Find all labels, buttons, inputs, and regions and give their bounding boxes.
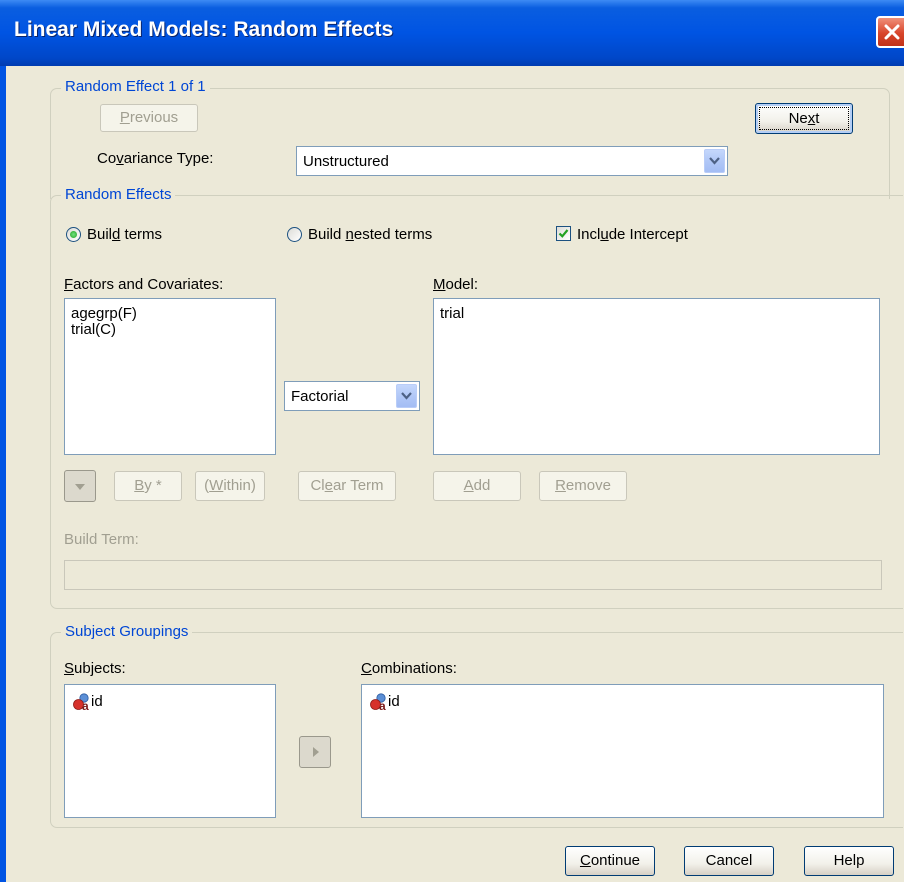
covariance-type-dropdown[interactable] bbox=[704, 149, 725, 173]
title-bar[interactable]: Linear Mixed Models: Random Effects bbox=[0, 0, 904, 66]
by-button[interactable]: By * bbox=[114, 471, 182, 501]
combinations-label: Combinations: bbox=[361, 660, 457, 677]
add-button[interactable]: Add bbox=[433, 471, 521, 501]
remove-button[interactable]: Remove bbox=[539, 471, 627, 501]
nominal-variable-icon: a bbox=[370, 693, 386, 711]
combinations-list[interactable]: a id bbox=[361, 684, 884, 818]
term-type-dropdown[interactable] bbox=[396, 384, 417, 408]
nominal-variable-icon: a bbox=[73, 693, 89, 711]
random-effect-group-label: Random Effect 1 of 1 bbox=[61, 78, 210, 96]
build-nested-terms-radio[interactable] bbox=[287, 227, 302, 242]
clear-term-button[interactable]: Clear Term bbox=[298, 471, 396, 501]
arrow-down-icon bbox=[75, 484, 85, 490]
continue-button[interactable]: Continue bbox=[565, 846, 655, 876]
previous-button[interactable]: Previous bbox=[100, 104, 198, 132]
within-button[interactable]: (Within) bbox=[195, 471, 265, 501]
build-term-field[interactable] bbox=[64, 560, 882, 590]
chevron-down-icon bbox=[709, 157, 720, 165]
build-terms-radio[interactable] bbox=[66, 227, 81, 242]
checkmark-icon bbox=[558, 229, 569, 238]
model-list[interactable]: trial bbox=[433, 298, 880, 455]
cancel-button[interactable]: Cancel bbox=[684, 846, 774, 876]
move-right-button[interactable] bbox=[299, 736, 331, 768]
subject-item-label: id bbox=[91, 693, 103, 710]
subjects-label: Subjects: bbox=[64, 660, 126, 677]
covariance-type-value: Unstructured bbox=[303, 153, 389, 170]
combination-item-label: id bbox=[388, 693, 400, 710]
term-type-select[interactable]: Factorial bbox=[284, 381, 420, 411]
window-title: Linear Mixed Models: Random Effects bbox=[14, 18, 394, 41]
subject-groupings-group-label: Subject Groupings bbox=[61, 623, 193, 641]
term-type-value: Factorial bbox=[291, 388, 349, 405]
arrow-right-icon bbox=[313, 747, 319, 757]
include-intercept-label[interactable]: Include Intercept bbox=[577, 226, 688, 244]
covariance-type-select[interactable]: Unstructured bbox=[296, 146, 728, 176]
list-item[interactable]: trial(C) bbox=[71, 321, 116, 339]
factors-covariates-list[interactable]: agegrp(F) trial(C) bbox=[64, 298, 276, 455]
subjects-list[interactable]: a id bbox=[64, 684, 276, 818]
dialog-window: Linear Mixed Models: Random Effects Rand… bbox=[0, 0, 904, 882]
help-button[interactable]: Help bbox=[804, 846, 894, 876]
chevron-down-icon bbox=[401, 392, 412, 400]
next-button[interactable]: Next bbox=[755, 103, 853, 134]
build-term-label: Build Term: bbox=[64, 531, 139, 548]
build-terms-label[interactable]: Build terms bbox=[87, 226, 162, 244]
dialog-body: Random Effect 1 of 1 Previous Next Covar… bbox=[6, 66, 904, 882]
svg-text:a: a bbox=[379, 699, 386, 711]
covariance-type-label: Covariance Type: bbox=[97, 150, 214, 167]
include-intercept-checkbox[interactable] bbox=[556, 226, 571, 241]
close-button[interactable] bbox=[876, 16, 904, 48]
factors-covariates-label: Factors and Covariates: bbox=[64, 276, 224, 293]
build-nested-terms-label[interactable]: Build nested terms bbox=[308, 226, 432, 244]
model-label: Model: bbox=[433, 276, 479, 293]
close-icon bbox=[884, 24, 900, 40]
svg-text:a: a bbox=[82, 699, 89, 711]
random-effects-group-label: Random Effects bbox=[61, 186, 176, 204]
list-item[interactable]: trial bbox=[440, 305, 464, 323]
move-down-button[interactable] bbox=[64, 470, 96, 502]
